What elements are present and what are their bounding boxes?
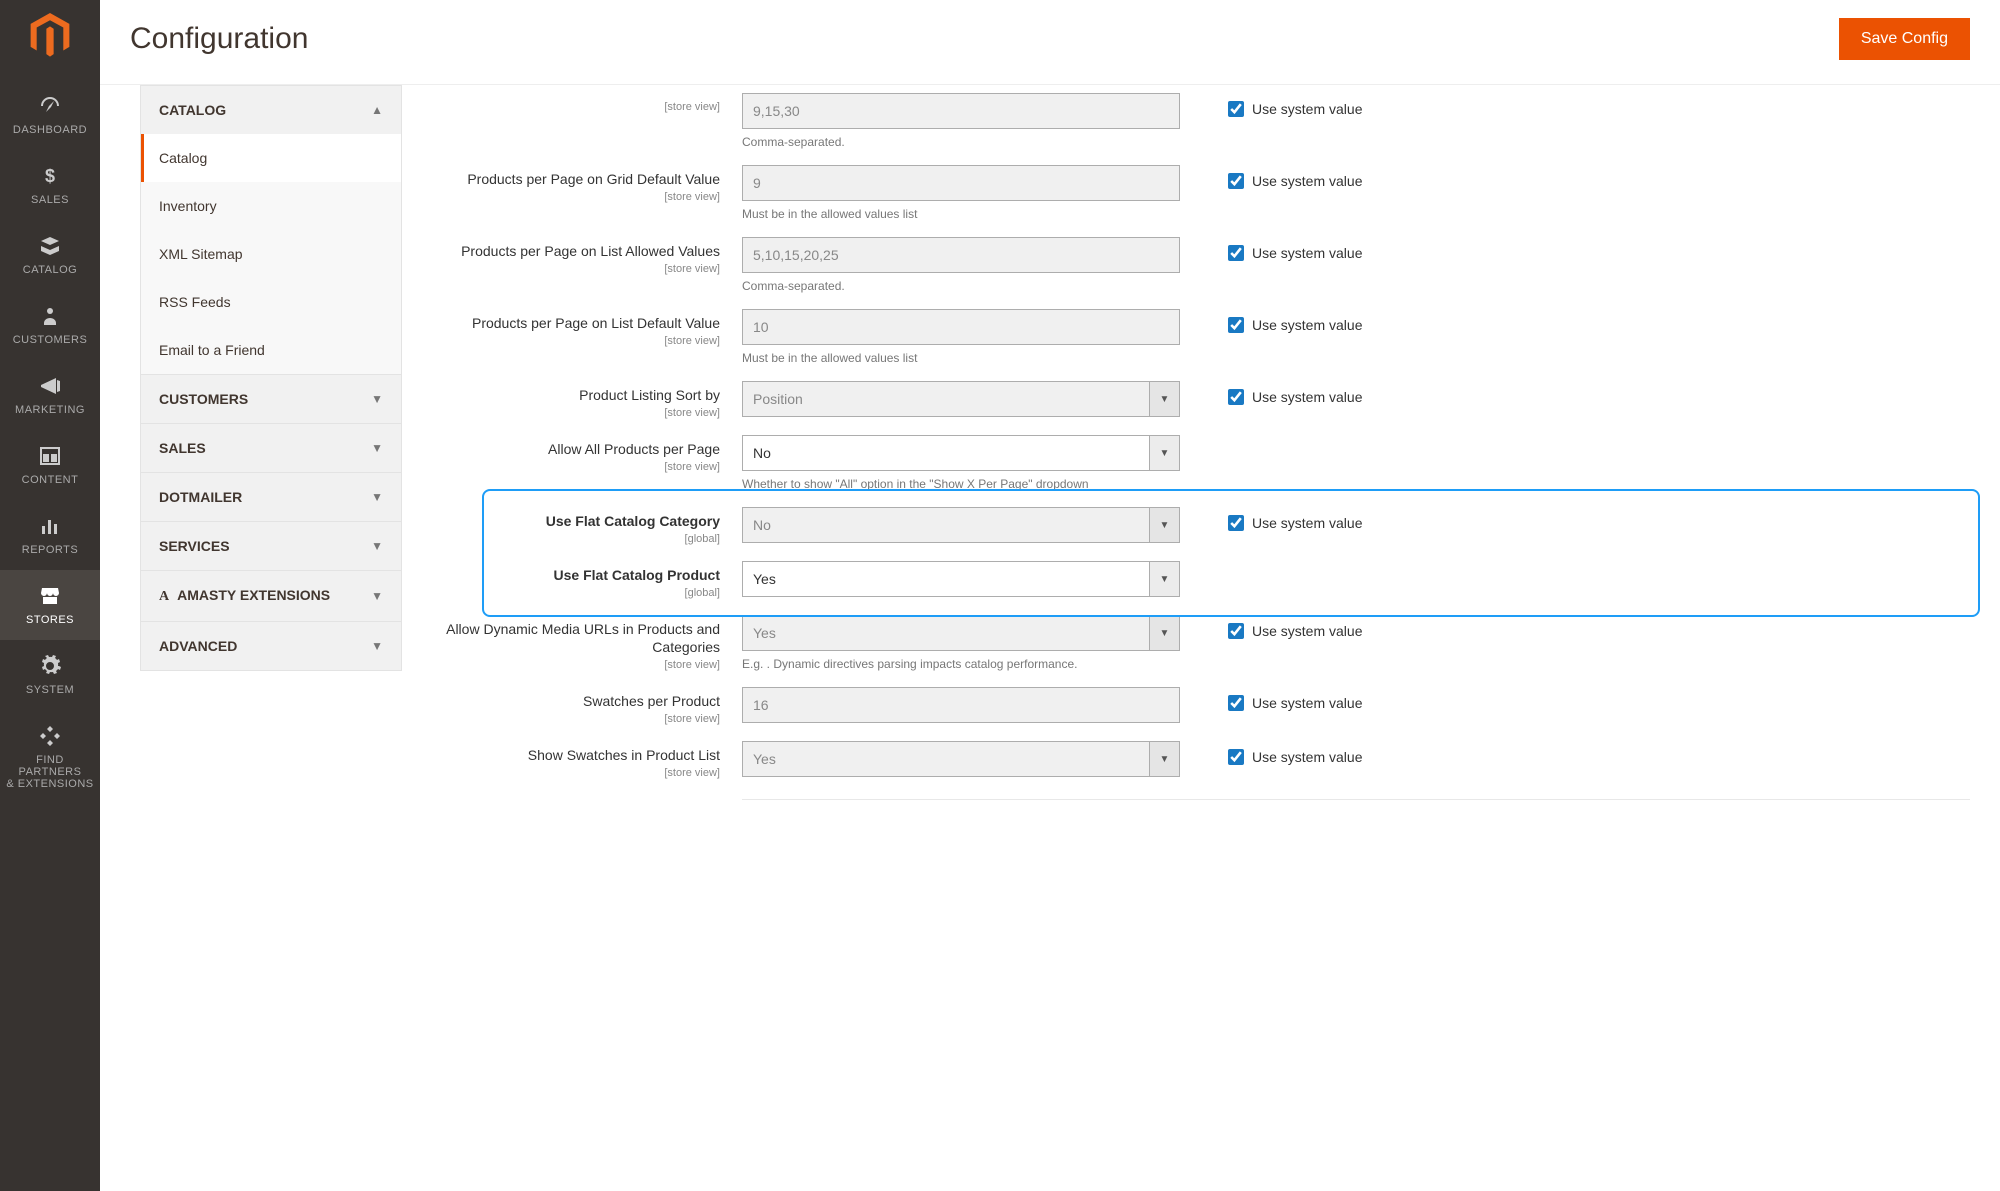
grid-allowed-sys-checkbox[interactable]: [1228, 101, 1244, 117]
dropdown-arrow-icon: ▼: [1149, 436, 1179, 470]
sys-label: Use system value: [1252, 623, 1362, 639]
save-config-button[interactable]: Save Config: [1839, 18, 1970, 60]
sys-label: Use system value: [1252, 749, 1362, 765]
sys-label: Use system value: [1252, 101, 1362, 117]
sys-label: Use system value: [1252, 389, 1362, 405]
field-grid-allowed: [store view] Comma-separated. Use system…: [432, 85, 1970, 157]
page-title: Configuration: [130, 22, 308, 56]
field-flat-category: Use Flat Catalog Category[global] No▼ Us…: [432, 499, 1970, 553]
amasty-a-icon: A: [159, 589, 169, 604]
field-dynamic-media: Allow Dynamic Media URLs in Products and…: [432, 607, 1970, 679]
help-text: Must be in the allowed values list: [742, 207, 1180, 221]
help-text: Comma-separated.: [742, 135, 1180, 149]
field-list-default: Products per Page on List Default Value[…: [432, 301, 1970, 373]
nav-customers[interactable]: CUSTOMERS: [0, 290, 100, 360]
show-swatches-select[interactable]: Yes▼: [742, 741, 1180, 777]
sidebar-item-xml-sitemap[interactable]: XML Sitemap: [141, 230, 401, 278]
help-text: Comma-separated.: [742, 279, 1180, 293]
grid-allowed-input[interactable]: [742, 93, 1180, 129]
section-header-services[interactable]: SERVICES▼: [141, 522, 401, 570]
divider: [742, 799, 1970, 800]
help-text: E.g. . Dynamic directives parsing impact…: [742, 657, 1180, 671]
magento-logo-icon: [26, 12, 74, 60]
list-default-sys-checkbox[interactable]: [1228, 317, 1244, 333]
show-swatches-sys-checkbox[interactable]: [1228, 749, 1244, 765]
nav-stores[interactable]: STORES: [0, 570, 100, 640]
nav-reports[interactable]: REPORTS: [0, 500, 100, 570]
config-form: [store view] Comma-separated. Use system…: [402, 85, 2000, 800]
nav-marketing[interactable]: MARKETING: [0, 360, 100, 430]
section-header-amasty[interactable]: AAMASTY EXTENSIONS▼: [141, 571, 401, 621]
dyn-media-select[interactable]: Yes▼: [742, 615, 1180, 651]
chevron-down-icon: ▼: [371, 441, 383, 455]
field-grid-default: Products per Page on Grid Default Value[…: [432, 157, 1970, 229]
swatches-sys-checkbox[interactable]: [1228, 695, 1244, 711]
list-allowed-input[interactable]: [742, 237, 1180, 273]
field-swatches: Swatches per Product[store view] Use sys…: [432, 679, 1970, 733]
sort-by-sys-checkbox[interactable]: [1228, 389, 1244, 405]
nav-dashboard[interactable]: DASHBOARD: [0, 80, 100, 150]
svg-text:$: $: [45, 166, 55, 186]
nav-sales[interactable]: $SALES: [0, 150, 100, 220]
chevron-down-icon: ▼: [371, 639, 383, 653]
field-list-allowed: Products per Page on List Allowed Values…: [432, 229, 1970, 301]
sidebar-item-email-friend[interactable]: Email to a Friend: [141, 326, 401, 374]
list-default-input[interactable]: [742, 309, 1180, 345]
section-header-sales[interactable]: SALES▼: [141, 424, 401, 472]
section-header-advanced[interactable]: ADVANCED▼: [141, 622, 401, 670]
section-catalog: CATALOG ▲ Catalog Inventory XML Sitemap …: [140, 85, 402, 375]
swatches-input[interactable]: [742, 687, 1180, 723]
allow-all-select[interactable]: No▼: [742, 435, 1180, 471]
config-sections-sidebar: CATALOG ▲ Catalog Inventory XML Sitemap …: [140, 85, 402, 800]
field-flat-product: Use Flat Catalog Product[global] Yes▼: [432, 553, 1970, 607]
sys-label: Use system value: [1252, 317, 1362, 333]
sys-label: Use system value: [1252, 515, 1362, 531]
dropdown-arrow-icon: ▼: [1149, 382, 1179, 416]
field-show-swatches: Show Swatches in Product List[store view…: [432, 733, 1970, 787]
help-text: Must be in the allowed values list: [742, 351, 1180, 365]
field-sort-by: Product Listing Sort by[store view] Posi…: [432, 373, 1970, 427]
admin-left-nav: DASHBOARD $SALES CATALOG CUSTOMERS MARKE…: [0, 0, 100, 1191]
nav-content[interactable]: CONTENT: [0, 430, 100, 500]
chevron-down-icon: ▼: [371, 539, 383, 553]
flat-product-select[interactable]: Yes▼: [742, 561, 1180, 597]
sys-label: Use system value: [1252, 695, 1362, 711]
sidebar-item-rss-feeds[interactable]: RSS Feeds: [141, 278, 401, 326]
dyn-media-sys-checkbox[interactable]: [1228, 623, 1244, 639]
page-header: Configuration Save Config: [100, 0, 2000, 85]
grid-default-input[interactable]: [742, 165, 1180, 201]
section-header-customers[interactable]: CUSTOMERS▼: [141, 375, 401, 423]
sys-label: Use system value: [1252, 173, 1362, 189]
list-allowed-sys-checkbox[interactable]: [1228, 245, 1244, 261]
sidebar-item-catalog[interactable]: Catalog: [141, 134, 401, 182]
sidebar-item-inventory[interactable]: Inventory: [141, 182, 401, 230]
chevron-up-icon: ▲: [371, 103, 383, 117]
grid-default-sys-checkbox[interactable]: [1228, 173, 1244, 189]
dropdown-arrow-icon: ▼: [1149, 508, 1179, 542]
dropdown-arrow-icon: ▼: [1149, 742, 1179, 776]
sort-by-select[interactable]: Position▼: [742, 381, 1180, 417]
dropdown-arrow-icon: ▼: [1149, 616, 1179, 650]
flat-category-select[interactable]: No▼: [742, 507, 1180, 543]
flat-cat-sys-checkbox[interactable]: [1228, 515, 1244, 531]
nav-system[interactable]: SYSTEM: [0, 640, 100, 710]
nav-catalog[interactable]: CATALOG: [0, 220, 100, 290]
help-text: Whether to show "All" option in the "Sho…: [742, 477, 1180, 491]
chevron-down-icon: ▼: [371, 490, 383, 504]
sys-label: Use system value: [1252, 245, 1362, 261]
dropdown-arrow-icon: ▼: [1149, 562, 1179, 596]
nav-find-partners[interactable]: FIND PARTNERS & EXTENSIONS: [0, 710, 100, 804]
chevron-down-icon: ▼: [371, 589, 383, 603]
section-header-dotmailer[interactable]: DOTMAILER▼: [141, 473, 401, 521]
chevron-down-icon: ▼: [371, 392, 383, 406]
field-allow-all: Allow All Products per Page[store view] …: [432, 427, 1970, 499]
section-header-catalog[interactable]: CATALOG ▲: [141, 86, 401, 134]
